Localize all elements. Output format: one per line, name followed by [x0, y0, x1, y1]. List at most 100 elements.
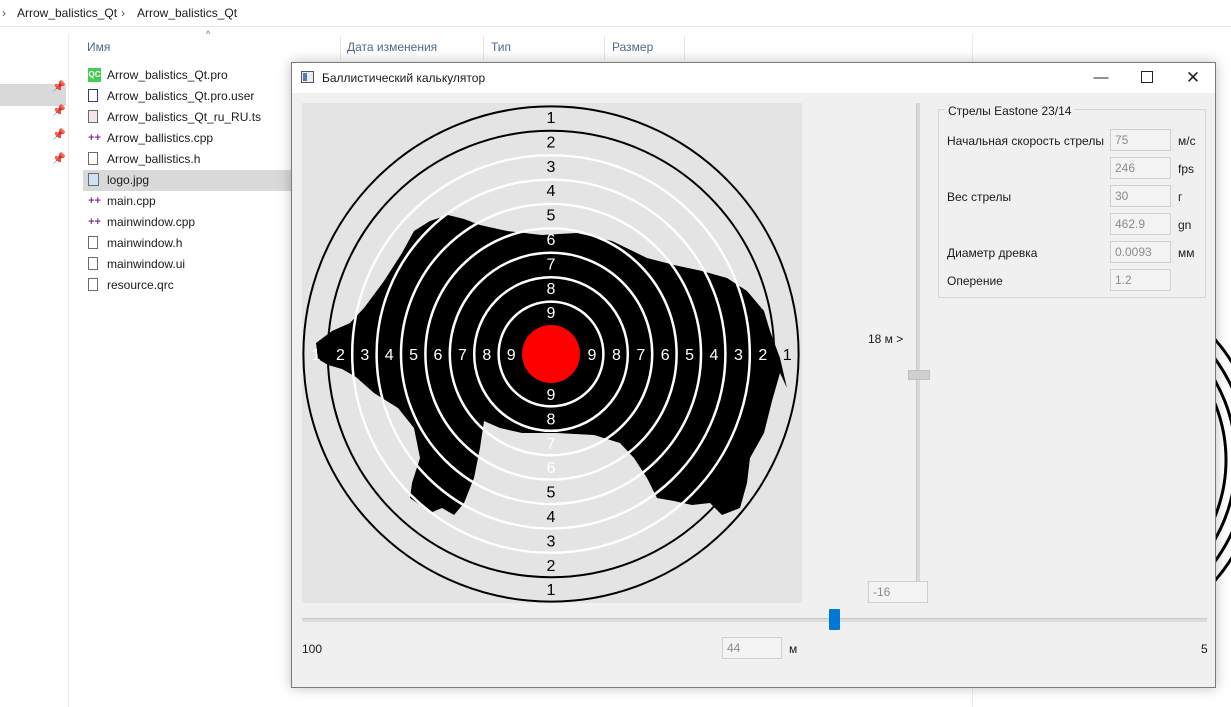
file-row-selected[interactable]: logo.jpg	[83, 170, 293, 191]
ring-number: 1	[547, 110, 556, 127]
ring-number: 8	[612, 347, 621, 364]
arrow-group-title: Стрелы Eastone 23/14	[945, 104, 1075, 118]
weight-gn-field[interactable]	[1110, 213, 1171, 235]
maximize-button[interactable]	[1124, 63, 1170, 93]
target-image: 123456789987654321123456789987654321	[302, 103, 802, 603]
ring-number: 3	[734, 347, 743, 364]
file-row[interactable]: Arrow_balistics_Qt.pro.user	[83, 86, 303, 107]
window-titlebar[interactable]: Баллистический калькулятор — ✕	[292, 63, 1215, 93]
file-name: mainwindow.ui	[107, 257, 186, 271]
speed-label: Начальная скорость стрелы	[947, 134, 1104, 148]
translation-file-icon	[88, 110, 98, 123]
ring-number: 9	[547, 387, 556, 404]
ring-number: 2	[547, 558, 556, 575]
file-name: logo.jpg	[107, 173, 150, 187]
file-name: Arrow_balistics_Qt.pro	[107, 68, 228, 82]
ring-number: 1	[312, 347, 321, 364]
file-row[interactable]: ++ mainwindow.cpp	[83, 212, 303, 233]
file-name: mainwindow.h	[107, 236, 183, 250]
elevation-value-field[interactable]	[868, 581, 928, 603]
file-row[interactable]: mainwindow.ui	[83, 254, 303, 275]
weight-label: Вес стрелы	[947, 190, 1012, 204]
diameter-unit: мм	[1178, 246, 1195, 260]
file-name: Arrow_balistics_Qt_ru_RU.ts	[107, 110, 262, 124]
file-row[interactable]: ++ main.cpp	[83, 191, 303, 212]
cpp-file-icon: ++	[88, 216, 101, 228]
fletching-label: Оперение	[947, 274, 1003, 288]
speed-fps-field[interactable]	[1110, 157, 1171, 179]
speed-fps-unit: fps	[1178, 162, 1195, 176]
breadcrumb: › Arrow_balistics_Qt › Arrow_balistics_Q…	[0, 0, 1231, 27]
file-name: Arrow_ballistics.cpp	[107, 131, 214, 145]
column-divider[interactable]	[483, 36, 484, 60]
pin-icon: 📌	[52, 153, 66, 165]
resource-file-icon	[88, 278, 98, 291]
window-title: Баллистический калькулятор	[322, 71, 486, 85]
weight-gn-unit: gn	[1178, 218, 1192, 232]
ui-file-icon	[88, 257, 98, 270]
distance-slider-handle[interactable]	[829, 609, 840, 630]
pin-icon: 📌	[52, 105, 66, 117]
maximize-icon	[1141, 71, 1153, 84]
column-header-size[interactable]: Размер	[612, 36, 653, 60]
file-row[interactable]: resource.qrc	[83, 275, 303, 296]
ring-number: 3	[547, 159, 556, 176]
ring-number: 2	[547, 134, 556, 151]
column-divider[interactable]	[604, 36, 605, 60]
breadcrumb-item-root[interactable]: Arrow_balistics_Qt	[17, 6, 117, 20]
ring-number: 9	[547, 305, 556, 322]
ring-number: 4	[385, 347, 394, 364]
ring-number: 6	[547, 460, 556, 477]
ring-number: 6	[547, 232, 556, 249]
ring-number: 8	[547, 411, 556, 428]
column-header-name[interactable]: Имя	[87, 36, 110, 60]
close-button[interactable]: ✕	[1170, 63, 1216, 93]
ballistic-calculator-window: Баллистический калькулятор — ✕ 123456789…	[291, 62, 1216, 688]
column-divider[interactable]	[340, 36, 341, 60]
column-divider[interactable]	[684, 36, 685, 60]
background-target-preview	[1216, 230, 1231, 707]
file-row[interactable]: QC Arrow_balistics_Qt.pro	[83, 65, 303, 86]
file-row[interactable]: ++ Arrow_ballistics.cpp	[83, 128, 303, 149]
diameter-label: Диаметр древка	[947, 246, 1038, 260]
ring-number: 6	[434, 347, 443, 364]
ring-number: 4	[710, 347, 719, 364]
user-file-icon	[88, 89, 98, 102]
distance-slider-track[interactable]	[302, 618, 1207, 622]
file-row[interactable]: mainwindow.h	[83, 233, 303, 254]
column-header-date[interactable]: Дата изменения	[347, 36, 437, 60]
column-header-type[interactable]: Тип	[491, 36, 511, 60]
diameter-field[interactable]	[1110, 241, 1171, 263]
ring-number: 7	[547, 256, 556, 273]
navigation-pane: 📌 📌 📌 📌	[0, 34, 69, 707]
ring-number: 9	[507, 347, 516, 364]
ring-number: 8	[482, 347, 491, 364]
ring-number: 7	[636, 347, 645, 364]
ring-number: 2	[336, 347, 345, 364]
ring-number: 7	[458, 347, 467, 364]
ring-number: 5	[685, 347, 694, 364]
speed-ms-field[interactable]	[1110, 129, 1171, 151]
cpp-file-icon: ++	[88, 195, 101, 207]
pin-icon: 📌	[52, 129, 66, 141]
ring-number: 5	[409, 347, 418, 364]
file-row[interactable]: Arrow_balistics_Qt_ru_RU.ts	[83, 107, 303, 128]
minimize-icon: —	[1093, 69, 1109, 86]
fletching-field[interactable]	[1110, 269, 1171, 291]
elevation-slider-track[interactable]	[916, 103, 920, 603]
ring-number: 5	[547, 485, 556, 502]
file-row[interactable]: Arrow_ballistics.h	[83, 149, 303, 170]
weight-g-field[interactable]	[1110, 185, 1171, 207]
breadcrumb-item-current[interactable]: Arrow_balistics_Qt	[137, 6, 237, 20]
cpp-file-icon: ++	[88, 132, 101, 144]
file-name: mainwindow.cpp	[107, 215, 196, 229]
header-file-icon	[88, 152, 98, 165]
elevation-slider-handle[interactable]	[908, 370, 930, 380]
pin-icon: 📌	[52, 81, 66, 93]
bullseye	[522, 325, 580, 383]
distance-min-label: 100	[302, 642, 323, 656]
distance-value-field[interactable]	[722, 637, 782, 659]
weight-g-unit: г	[1178, 190, 1183, 204]
minimize-button[interactable]: —	[1078, 63, 1124, 93]
qt-project-icon: QC	[88, 68, 101, 82]
